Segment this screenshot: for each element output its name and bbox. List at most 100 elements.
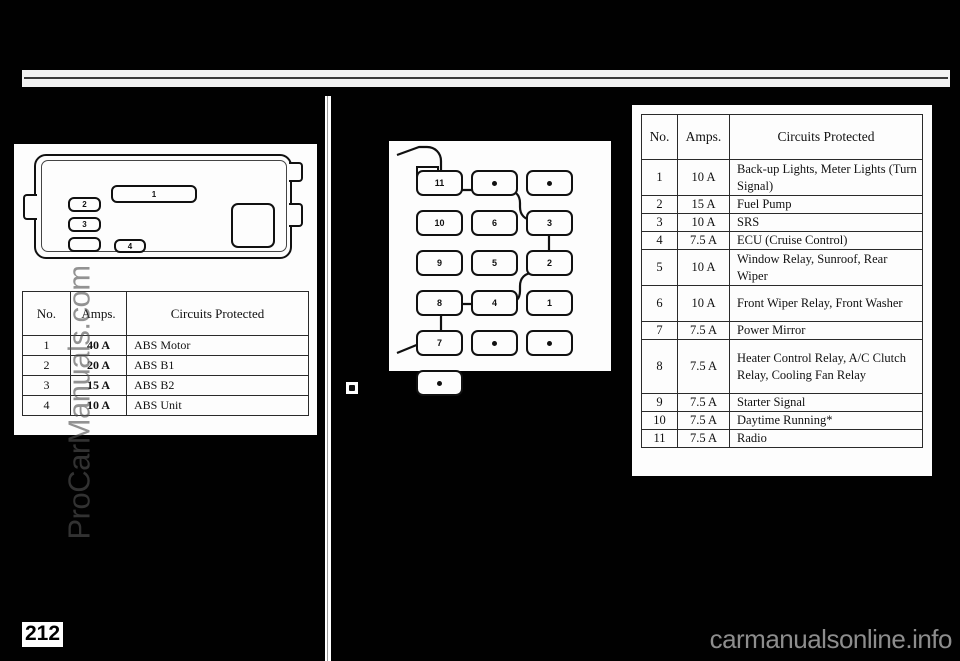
table-row: 11 7.5 A Radio xyxy=(641,429,923,448)
column-header-no: No. xyxy=(22,291,71,336)
cell-no: 2 xyxy=(641,195,678,214)
cell-amps: 10 A xyxy=(677,213,730,232)
table-row: 1 10 A Back-up Lights, Meter Lights (Turn … xyxy=(641,159,923,196)
column-header-circuits: Circuits Protected xyxy=(729,114,923,160)
fuse-dot-icon xyxy=(547,180,552,186)
fuse-dot-icon xyxy=(492,340,497,346)
interior-fuse-table-panel: No. Amps. Circuits Protected 1 10 A Back-u… xyxy=(632,105,932,476)
interior-fuse-panel-diagram: 11 10 6 3 9 5 2 8 4 1 7 xyxy=(389,141,611,396)
cell-no: 5 xyxy=(641,249,678,286)
cell-circuits: Power Mirror xyxy=(729,321,923,340)
fuse-slot-3[interactable]: 3 xyxy=(526,210,573,236)
cell-amps: 7.5 A xyxy=(677,429,730,448)
table-row: 9 7.5 A Starter Signal xyxy=(641,393,923,412)
watermark-carmanualsonline: carmanualsonline.info xyxy=(709,624,953,654)
cell-no: 1 xyxy=(641,159,678,196)
cell-amps: 15 A xyxy=(677,195,730,214)
fuse-slot-empty[interactable] xyxy=(416,370,463,396)
abs-fuse-box-diagram: 1 2 3 4 xyxy=(22,148,309,270)
fuse-slot-empty[interactable] xyxy=(526,330,573,356)
cell-circuits: Starter Signal xyxy=(729,393,923,412)
fuse-slot-empty[interactable] xyxy=(471,170,518,196)
cell-amps: 7.5 A xyxy=(677,339,730,394)
cell-circuits: Window Relay, Sunroof, Rear Wiper xyxy=(729,249,923,286)
cell-circuits: ABS Unit xyxy=(126,395,309,416)
cell-no: 2 xyxy=(22,355,71,376)
fuse-slot-5[interactable]: 5 xyxy=(471,250,518,276)
fuse-slot-10[interactable]: 10 xyxy=(416,210,463,236)
header-rule xyxy=(22,70,950,87)
abs-relay-block xyxy=(231,203,275,248)
page-number: 212 xyxy=(22,621,64,647)
cell-circuits: SRS xyxy=(729,213,923,232)
cell-amps: 10 A xyxy=(677,249,730,286)
cell-amps: 10 A xyxy=(677,285,730,322)
cell-no: 8 xyxy=(641,339,678,394)
cell-no: 4 xyxy=(22,395,71,416)
table-row: 2 15 A Fuel Pump xyxy=(641,195,923,214)
fuse-dot-icon xyxy=(492,180,497,186)
column-header-amps: Amps. xyxy=(70,291,127,336)
fuse-slot-2[interactable]: 2 xyxy=(526,250,573,276)
cell-no: 6 xyxy=(641,285,678,322)
cell-circuits: ABS Motor xyxy=(126,335,309,356)
fuse-slot-empty[interactable] xyxy=(526,170,573,196)
cell-amps: 7.5 A xyxy=(677,321,730,340)
cell-no: 3 xyxy=(641,213,678,232)
cell-circuits: ABS B1 xyxy=(126,355,309,376)
cell-amps: 10 A xyxy=(70,395,127,416)
abs-fuse-slot-blank[interactable] xyxy=(68,237,101,252)
abs-fuse-slot-3[interactable]: 3 xyxy=(68,217,101,232)
cell-circuits: Back-up Lights, Meter Lights (Turn Signa… xyxy=(729,159,923,196)
abs-fuse-slot-4[interactable]: 4 xyxy=(114,239,146,253)
table-row: 3 15 A ABS B2 xyxy=(22,375,309,396)
abs-fuse-box-panel: 1 2 3 4 No. Amps. Circuits Protected 1 40… xyxy=(14,144,317,540)
cell-amps: 10 A xyxy=(677,159,730,196)
interior-fuse-table: No. Amps. Circuits Protected 1 10 A Back-u… xyxy=(641,114,923,448)
fuse-slot-7[interactable]: 7 xyxy=(416,330,463,356)
footnote-mark-icon xyxy=(346,382,358,394)
table-header-row: No. Amps. Circuits Protected xyxy=(22,291,309,336)
cell-amps: 40 A xyxy=(70,335,127,356)
table-row: 5 10 A Window Relay, Sunroof, Rear Wiper xyxy=(641,249,923,286)
table-row: 1 40 A ABS Motor xyxy=(22,335,309,356)
cell-circuits: Fuel Pump xyxy=(729,195,923,214)
column-header-amps: Amps. xyxy=(677,114,730,160)
manual-page: 1 2 3 4 No. Amps. Circuits Protected 1 40… xyxy=(0,0,960,661)
fuse-slot-empty[interactable] xyxy=(471,330,518,356)
column-divider xyxy=(325,96,331,661)
abs-fuse-slot-2[interactable]: 2 xyxy=(68,197,101,212)
cell-circuits: Heater Control Relay, A/C Clutch Relay, … xyxy=(729,339,923,394)
fuse-slot-6[interactable]: 6 xyxy=(471,210,518,236)
cell-amps: 7.5 A xyxy=(677,231,730,250)
cell-no: 9 xyxy=(641,393,678,412)
table-row: 10 7.5 A Daytime Running* xyxy=(641,411,923,430)
cell-amps: 7.5 A xyxy=(677,411,730,430)
table-row: 3 10 A SRS xyxy=(641,213,923,232)
table-row: 7 7.5 A Power Mirror xyxy=(641,321,923,340)
table-row: 6 10 A Front Wiper Relay, Front Washer xyxy=(641,285,923,322)
fuse-slot-4[interactable]: 4 xyxy=(471,290,518,316)
fuse-slot-11[interactable]: 11 xyxy=(416,170,463,196)
abs-box-tab-right-bottom xyxy=(289,203,303,227)
cell-no: 10 xyxy=(641,411,678,430)
cell-amps: 7.5 A xyxy=(677,393,730,412)
column-header-no: No. xyxy=(641,114,678,160)
fuse-slot-9[interactable]: 9 xyxy=(416,250,463,276)
cell-amps: 15 A xyxy=(70,375,127,396)
fuse-dot-icon xyxy=(547,340,552,346)
table-row: 8 7.5 A Heater Control Relay, A/C Clutch R… xyxy=(641,339,923,394)
cell-circuits: ABS B2 xyxy=(126,375,309,396)
abs-fuse-table: No. Amps. Circuits Protected 1 40 A ABS Mo… xyxy=(22,291,309,416)
abs-box-tab-left xyxy=(23,194,37,220)
cell-no: 7 xyxy=(641,321,678,340)
fuse-slot-1[interactable]: 1 xyxy=(526,290,573,316)
cell-circuits: Daytime Running* xyxy=(729,411,923,430)
abs-fuse-slot-1[interactable]: 1 xyxy=(111,185,197,203)
cell-circuits: Front Wiper Relay, Front Washer xyxy=(729,285,923,322)
table-row: 4 7.5 A ECU (Cruise Control) xyxy=(641,231,923,250)
cell-no: 11 xyxy=(641,429,678,448)
cell-circuits: Radio xyxy=(729,429,923,448)
fuse-slot-8[interactable]: 8 xyxy=(416,290,463,316)
cell-no: 3 xyxy=(22,375,71,396)
